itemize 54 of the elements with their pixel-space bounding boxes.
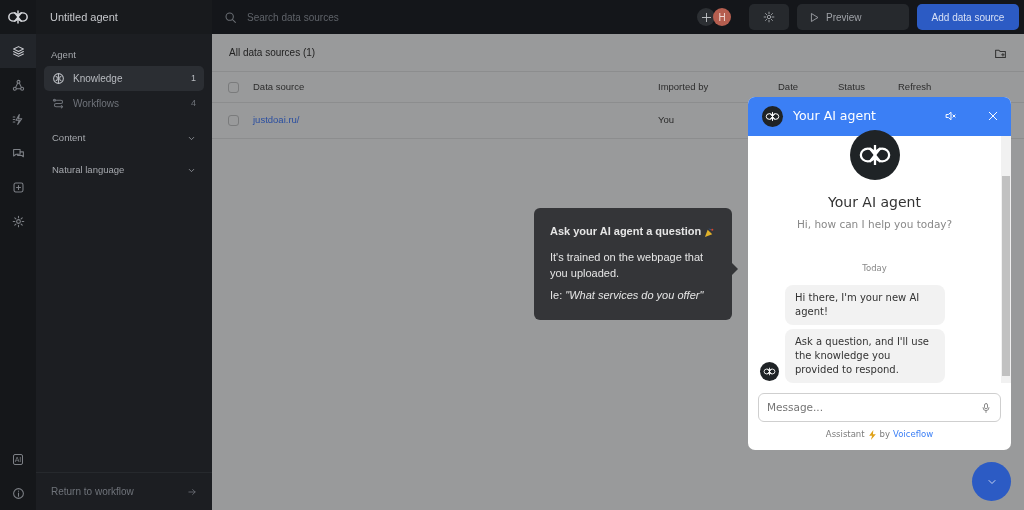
column-header[interactable]: Refresh — [898, 79, 932, 95]
info-icon[interactable] — [11, 486, 25, 500]
add-data-source-button[interactable]: Add data source — [917, 4, 1019, 30]
footer-text: by — [879, 428, 890, 441]
data-source-link[interactable]: justdoai.ru/ — [253, 113, 658, 128]
search-field[interactable]: Search data sources — [245, 8, 445, 26]
workflow-icon — [52, 97, 65, 111]
layers-icon[interactable] — [11, 44, 25, 58]
user-avatar[interactable]: H — [713, 8, 731, 26]
date-divider: Today — [862, 262, 887, 276]
add-square-icon[interactable] — [11, 180, 25, 194]
add-button[interactable] — [697, 8, 715, 26]
tooltip-text: It's trained on the webpage that you uploaded. — [550, 249, 705, 281]
column-header[interactable]: Status — [838, 79, 898, 95]
preview-button[interactable]: Preview — [797, 4, 909, 30]
select-all-checkbox[interactable] — [228, 81, 239, 93]
column-header[interactable]: Imported by — [658, 79, 778, 95]
section-label: Agent — [50, 48, 77, 62]
party-popper-icon — [704, 226, 716, 238]
table-cell: You — [658, 113, 675, 128]
plus-icon — [700, 11, 712, 23]
bolt-icon[interactable] — [11, 112, 25, 126]
arrow-icon — [187, 486, 197, 497]
agent-name: Your AI agent — [828, 192, 921, 212]
table-title: All data sources (1) — [229, 46, 316, 60]
settings-button[interactable] — [749, 4, 789, 30]
greeting-text: Hi, how can I help you today? — [796, 216, 953, 232]
message-field[interactable]: Message... — [758, 393, 1001, 423]
settings-icon — [763, 11, 775, 23]
column-header[interactable]: Data source — [253, 79, 658, 95]
mute-icon[interactable] — [945, 110, 957, 123]
close-icon[interactable] — [987, 110, 999, 123]
lightning-icon — [867, 429, 877, 440]
microphone-icon[interactable] — [980, 402, 992, 415]
sidebar-item[interactable]: Knowledge 1 — [44, 66, 204, 92]
agent-title: Untitled agent — [50, 9, 118, 25]
chat-title: Your AI agent — [793, 107, 876, 125]
voiceflow-link[interactable]: Voiceflow — [893, 428, 934, 441]
tooltip-title: Ask your AI agent a question — [550, 224, 716, 240]
chat-message: Hi there, I'm your new AI agent! — [785, 285, 945, 326]
sidebar-group[interactable]: Natural language — [36, 154, 212, 187]
nodes-icon[interactable] — [11, 78, 25, 92]
footer-text: Assistant — [825, 428, 865, 441]
column-header[interactable]: Date — [778, 79, 838, 95]
settings-icon[interactable] — [11, 214, 25, 228]
sidebar-group[interactable]: Content — [36, 122, 212, 155]
tooltip-example: Ie: "What services do you offer" — [550, 287, 705, 303]
chat-icon[interactable] — [11, 146, 25, 160]
chat-message: Ask a question, and I'll use the knowledge you provided to respond. — [785, 329, 945, 384]
search-icon — [224, 10, 237, 24]
play-icon — [809, 11, 820, 23]
sidebar-item[interactable]: Workflows 4 — [44, 91, 204, 117]
brain-icon — [52, 72, 65, 86]
row-checkbox[interactable] — [228, 115, 239, 126]
